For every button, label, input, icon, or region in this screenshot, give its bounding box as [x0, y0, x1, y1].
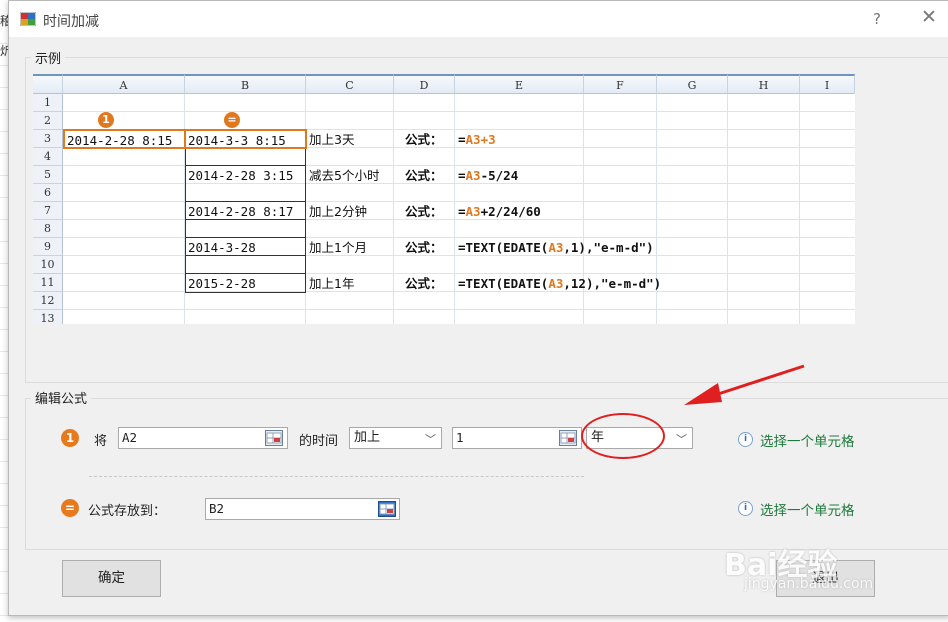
row-header: 4 — [33, 148, 63, 166]
row-header: 3 — [33, 130, 63, 148]
badge-source-cell: 1 — [98, 112, 114, 128]
row-header: 5 — [33, 166, 63, 184]
badge-result-cell: = — [224, 112, 240, 128]
source-cell-value: A2 — [122, 430, 138, 445]
formula-e11: =TEXT(EDATE(A3,12),"e-m-d") — [458, 276, 662, 291]
column-header: A — [63, 74, 185, 94]
step2-badge: = — [61, 499, 79, 517]
example-spreadsheet: A B C D E F G H I 1 2 3 4 5 6 7 8 9 10 1… — [33, 74, 855, 324]
operation-select[interactable]: 加上 ﹀ — [349, 427, 442, 449]
example-group-label: 示例 — [31, 48, 66, 67]
formula-label: 公式： — [405, 240, 443, 255]
cell-b9: 2014-3-28 — [188, 240, 256, 255]
info-icon: i — [738, 432, 753, 447]
cell-b7: 2014-2-28 8:17 — [188, 204, 294, 219]
cell-picker-icon[interactable] — [559, 430, 577, 446]
formula-e5: =A3-5/24 — [458, 168, 519, 183]
chevron-down-icon: ﹀ — [425, 433, 436, 446]
row-header: 8 — [33, 220, 63, 238]
formula-e9: =TEXT(EDATE(A3,1),"e-m-d") — [458, 240, 654, 255]
row-header: 7 — [33, 202, 63, 220]
app-icon — [20, 12, 36, 26]
formula-label: 公式： — [405, 132, 443, 147]
column-header: I — [800, 74, 855, 94]
watermark: Bai经验 jingyan.baidu.com — [724, 540, 873, 592]
select-cell-hint: 选择一个单元格 — [760, 503, 855, 519]
cell-c7: 加上2分钟 — [309, 204, 367, 219]
amount-value: 1 — [456, 430, 464, 445]
column-header: B — [185, 74, 306, 94]
help-button[interactable]: ? — [873, 10, 881, 28]
edit-formula-group — [25, 398, 948, 550]
cell-c5: 减去5个小时 — [309, 168, 380, 183]
annotation-ellipse — [581, 413, 665, 459]
separator — [89, 476, 584, 477]
formula-e3: =A3+3 — [458, 132, 496, 147]
cell-b11: 2015-2-28 — [188, 276, 256, 291]
row-header: 2 — [33, 112, 63, 130]
jiang-label: 将 — [94, 434, 108, 449]
chevron-down-icon: ﹀ — [676, 433, 687, 446]
amount-input[interactable]: 1 — [452, 427, 582, 449]
info-icon: i — [738, 501, 753, 516]
column-header: G — [657, 74, 728, 94]
cell-a3: 2014-2-28 8:15 — [63, 129, 186, 149]
cell-c9: 加上1个月 — [309, 240, 367, 255]
column-header: C — [306, 74, 394, 94]
formula-label: 公式： — [405, 276, 443, 291]
cell-b3: 2014-3-3 8:15 — [184, 129, 307, 149]
cell-c3: 加上3天 — [309, 132, 355, 147]
row-header: 12 — [33, 292, 63, 310]
row-header: 10 — [33, 256, 63, 274]
row-header: 9 — [33, 238, 63, 256]
close-button[interactable]: ✕ — [921, 6, 937, 28]
source-cell-input[interactable]: A2 — [118, 427, 288, 449]
time-add-subtract-dialog: 时间加减 ? ✕ 示例 A B C D E F G H I 1 2 3 4 5 … — [8, 0, 948, 616]
grid-line — [63, 111, 855, 112]
formula-label: 公式： — [405, 168, 443, 183]
column-header: H — [728, 74, 800, 94]
row-header: 13 — [33, 310, 63, 324]
formula-label: 公式： — [405, 204, 443, 219]
edit-formula-group-label: 编辑公式 — [31, 388, 92, 407]
step1-badge: 1 — [61, 429, 79, 447]
select-cell-hint: 选择一个单元格 — [760, 434, 855, 450]
row-header: 11 — [33, 274, 63, 292]
ok-button[interactable]: 确定 — [62, 560, 161, 597]
corner-header — [33, 74, 63, 94]
watermark-url: jingyan.baidu.com — [744, 576, 874, 592]
cell-b5: 2014-2-28 3:15 — [188, 168, 294, 183]
cell-picker-icon[interactable] — [265, 430, 283, 446]
formula-e7: =A3+2/24/60 — [458, 204, 541, 219]
column-header: E — [455, 74, 584, 94]
grid-line — [63, 309, 855, 310]
operation-value: 加上 — [354, 430, 381, 445]
title-bar: 时间加减 ? ✕ — [9, 1, 948, 37]
row-header: 6 — [33, 184, 63, 202]
cell-picker-icon[interactable] — [378, 501, 396, 517]
column-header: F — [584, 74, 657, 94]
target-cell-value: B2 — [209, 501, 225, 516]
store-label: 公式存放到： — [88, 504, 167, 519]
row-header: 1 — [33, 94, 63, 112]
target-cell-input[interactable]: B2 — [205, 498, 400, 520]
cell-c11: 加上1年 — [309, 276, 355, 291]
column-header: D — [394, 74, 455, 94]
time-label: 的时间 — [299, 434, 339, 449]
window-title: 时间加减 — [43, 14, 99, 30]
